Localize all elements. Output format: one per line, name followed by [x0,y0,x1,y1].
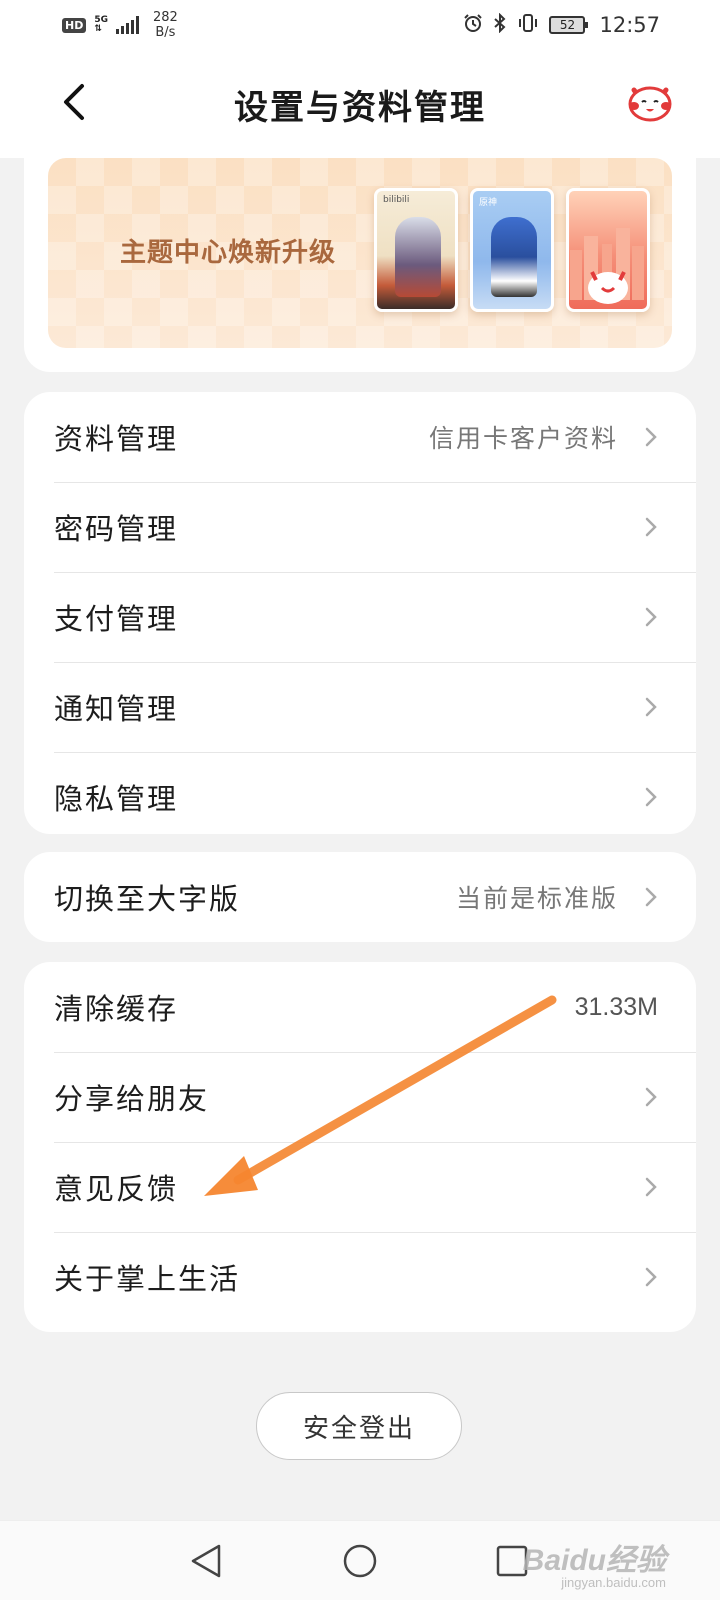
row-label: 支付管理 [54,602,179,636]
chevron-right-icon [645,607,657,627]
back-button[interactable] [52,80,96,124]
row-value: 当前是标准版 [455,884,618,913]
row-label: 密码管理 [54,512,179,546]
row-label: 意见反馈 [54,1172,179,1206]
row-label: 分享给朋友 [54,1082,210,1116]
character-illustration-icon [395,217,441,297]
signal-icon [116,16,139,34]
settings-group-display: 切换至大字版 当前是标准版 [24,852,696,942]
speed-unit: B/s [155,25,176,40]
status-left: HD 5G ⇅ 282 B/s [62,10,178,40]
settings-group-account: 资料管理 信用卡客户资料 密码管理 支付管理 通知管理 隐私管理 [24,392,696,834]
chevron-right-icon [645,1087,657,1107]
character-illustration-icon [491,217,537,297]
network-type: 5G ⇅ [94,16,108,34]
theme-center-banner[interactable]: 主题中心焕新升级 bilibili 原神 [48,158,672,348]
battery-icon: 52 [549,16,589,34]
page-title: 设置与资料管理 [234,87,486,128]
speed-value: 282 [153,10,178,25]
settings-row-large-font[interactable]: 切换至大字版 当前是标准版 [24,852,696,942]
logout-button[interactable]: 安全登出 [256,1392,462,1460]
chevron-right-icon [645,427,657,447]
vibrate-icon [517,13,539,37]
settings-row-profile[interactable]: 资料管理 信用卡客户资料 [24,392,696,482]
theme-preview-label: 原神 [479,198,498,208]
baidu-watermark: Baidu经验 jingyan.baidu.com [523,1535,666,1590]
row-label: 通知管理 [54,692,179,726]
chevron-right-icon [645,697,657,717]
watermark-url: jingyan.baidu.com [561,1575,666,1590]
row-label: 切换至大字版 [54,882,241,916]
chevron-right-icon [645,887,657,907]
settings-row-clear-cache[interactable]: 清除缓存 31.33M [24,962,696,1052]
cityscape-icon [570,228,644,304]
row-label: 隐私管理 [54,782,179,816]
bluetooth-icon [493,12,507,37]
watermark-brand: Baidu经验 [522,1544,666,1577]
row-label: 资料管理 [54,422,179,456]
circle-home-icon [343,1544,377,1578]
theme-preview-genshin: 原神 [470,188,554,312]
cat-mascot-icon [628,86,672,122]
row-value: 信用卡客户资料 [428,424,618,453]
settings-row-about[interactable]: 关于掌上生活 [24,1232,696,1322]
hd-badge: HD [62,17,87,33]
status-bar: HD 5G ⇅ 282 B/s 52 12:57 [0,0,720,50]
cache-size: 31.33M [574,992,658,1021]
triangle-back-icon [191,1544,221,1578]
nav-back-button[interactable] [182,1537,230,1585]
chevron-left-icon [64,84,84,120]
settings-row-feedback[interactable]: 意见反馈 [24,1142,696,1232]
chevron-right-icon [645,1177,657,1197]
theme-preview-label: bilibili [383,195,410,205]
banner-text: 主题中心焕新升级 [120,238,337,268]
row-label: 关于掌上生活 [54,1262,241,1296]
mascot-button[interactable] [626,80,674,124]
chevron-right-icon [645,787,657,807]
clock: 12:57 [599,13,660,37]
system-nav-bar: Baidu经验 jingyan.baidu.com [0,1520,720,1600]
theme-preview-mascot [566,188,650,312]
alarm-icon [463,13,483,37]
chevron-right-icon [645,517,657,537]
chevron-right-icon [645,1267,657,1287]
row-label: 清除缓存 [54,992,179,1026]
nav-home-button[interactable] [336,1537,384,1585]
settings-row-password[interactable]: 密码管理 [24,482,696,572]
theme-preview-bilibili: bilibili [374,188,458,312]
data-arrows-icon: ⇅ [94,24,102,34]
status-right: 52 12:57 [463,12,660,37]
settings-row-payment[interactable]: 支付管理 [24,572,696,662]
settings-row-notification[interactable]: 通知管理 [24,662,696,752]
network-speed: 282 B/s [153,10,178,40]
settings-row-privacy[interactable]: 隐私管理 [24,752,696,834]
settings-group-general: 清除缓存 31.33M 分享给朋友 意见反馈 关于掌上生活 [24,962,696,1332]
theme-banner-card: 主题中心焕新升级 bilibili 原神 [24,140,696,372]
settings-row-share[interactable]: 分享给朋友 [24,1052,696,1142]
